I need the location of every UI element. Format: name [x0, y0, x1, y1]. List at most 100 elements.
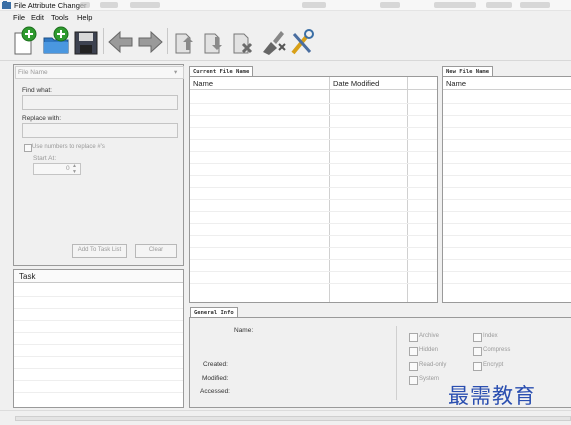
- move-down-icon[interactable]: [201, 26, 229, 56]
- toolbar-separator: [103, 28, 104, 54]
- back-arrow-icon[interactable]: [107, 26, 135, 56]
- menu-edit[interactable]: Edit: [31, 13, 44, 22]
- row-divider: [14, 392, 183, 393]
- read-only-checkbox[interactable]: [409, 362, 418, 371]
- new-file-list: Name: [442, 76, 571, 303]
- mode-select[interactable]: File Name ▾: [15, 66, 184, 79]
- add-file-icon[interactable]: [12, 26, 40, 56]
- row-divider: [190, 151, 437, 152]
- blurred-title-area: [80, 2, 560, 8]
- use-numbers-label: Use numbers to replace #'s: [32, 144, 105, 150]
- info-created-label: Created:: [203, 361, 228, 368]
- move-up-icon[interactable]: [172, 26, 200, 56]
- compress-checkbox[interactable]: [473, 347, 482, 356]
- column-new-name[interactable]: Name: [446, 79, 466, 88]
- row-divider: [190, 139, 437, 140]
- tools-icon[interactable]: [288, 26, 316, 56]
- add-folder-icon[interactable]: [42, 26, 70, 56]
- row-divider: [190, 259, 437, 260]
- row-divider: [190, 199, 437, 200]
- find-label: Find what:: [22, 87, 52, 94]
- status-bar: [0, 410, 571, 425]
- task-header-bar: Task: [14, 270, 183, 283]
- encrypt-label: Encrypt: [483, 362, 504, 368]
- row-divider: [190, 127, 437, 128]
- column-divider: [407, 77, 408, 302]
- clear-button[interactable]: Clear: [135, 244, 177, 258]
- save-icon[interactable]: [72, 26, 100, 56]
- index-checkbox[interactable]: [473, 333, 482, 342]
- start-at-spinner[interactable]: 0 ▲ ▼: [33, 163, 81, 175]
- menu-file[interactable]: File: [13, 13, 25, 22]
- toolbar-separator: [167, 28, 168, 54]
- encrypt-checkbox[interactable]: [473, 362, 482, 371]
- row-divider: [443, 103, 571, 104]
- archive-checkbox[interactable]: [409, 333, 418, 342]
- row-divider: [443, 151, 571, 152]
- row-divider: [14, 344, 183, 345]
- row-divider: [190, 223, 437, 224]
- hidden-label: Hidden: [419, 347, 439, 353]
- row-divider: [14, 380, 183, 381]
- system-checkbox[interactable]: [409, 376, 418, 385]
- row-divider: [190, 175, 437, 176]
- row-divider: [443, 139, 571, 140]
- row-divider: [190, 187, 437, 188]
- rename-options-panel: File Name ▾ Find what: Replace with: Use…: [13, 64, 184, 266]
- row-divider: [14, 368, 183, 369]
- row-divider: [190, 163, 437, 164]
- info-divider: [396, 326, 397, 400]
- row-divider: [190, 235, 437, 236]
- forward-arrow-icon[interactable]: [136, 26, 164, 56]
- hidden-checkbox[interactable]: [409, 347, 418, 356]
- row-divider: [14, 308, 183, 309]
- row-divider: [443, 247, 571, 248]
- row-divider: [190, 211, 437, 212]
- add-to-task-list-button[interactable]: Add To Task List: [72, 244, 127, 258]
- column-divider: [329, 77, 330, 302]
- read-only-label: Read-only: [419, 362, 447, 368]
- column-date-modified[interactable]: Date Modified: [333, 79, 379, 88]
- toolbar: [0, 23, 571, 61]
- title-bar: File Attribute Changer: [0, 0, 571, 11]
- current-file-list: Name Date Modified: [189, 76, 438, 303]
- menu-tools[interactable]: Tools: [51, 13, 69, 22]
- column-name[interactable]: Name: [193, 79, 213, 88]
- window-title: File Attribute Changer: [14, 1, 87, 10]
- row-divider: [443, 175, 571, 176]
- find-input[interactable]: [22, 95, 178, 110]
- app-icon: [2, 1, 11, 9]
- index-label: Index: [483, 333, 498, 339]
- info-modified-label: Modified:: [202, 375, 229, 382]
- spinner-arrows-icon[interactable]: ▲ ▼: [72, 163, 77, 175]
- row-divider: [443, 187, 571, 188]
- menu-help[interactable]: Help: [77, 13, 92, 22]
- row-divider: [443, 283, 571, 284]
- task-panel: Task: [13, 269, 184, 408]
- use-numbers-checkbox[interactable]: [24, 144, 32, 152]
- mode-select-value: File Name: [18, 69, 48, 76]
- info-name-label: Name:: [234, 327, 254, 334]
- clear-icon[interactable]: [259, 26, 287, 56]
- row-divider: [443, 259, 571, 260]
- archive-label: Archive: [419, 333, 440, 339]
- row-divider: [14, 332, 183, 333]
- row-divider: [443, 271, 571, 272]
- row-divider: [443, 163, 571, 164]
- replace-input[interactable]: [22, 123, 178, 138]
- start-at-label: Start At:: [33, 155, 57, 162]
- row-divider: [190, 115, 437, 116]
- current-list-header: Name Date Modified: [190, 77, 437, 90]
- row-divider: [14, 320, 183, 321]
- row-divider: [443, 127, 571, 128]
- replace-label: Replace with:: [22, 115, 62, 122]
- row-divider: [190, 103, 437, 104]
- progress-bar: [15, 416, 571, 421]
- compress-label: Compress: [483, 347, 511, 353]
- row-divider: [190, 271, 437, 272]
- row-divider: [443, 235, 571, 236]
- info-accessed-label: Accessed:: [200, 388, 230, 395]
- row-divider: [14, 296, 183, 297]
- row-divider: [443, 199, 571, 200]
- remove-file-icon[interactable]: [230, 26, 258, 56]
